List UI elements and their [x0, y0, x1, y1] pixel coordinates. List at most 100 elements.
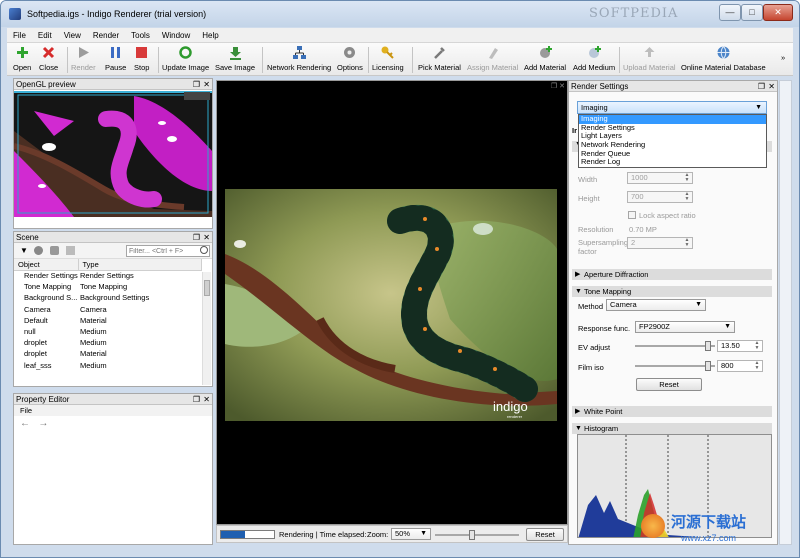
scene-filter-input[interactable]: [126, 245, 210, 257]
white-point-section[interactable]: ▶ White Point: [572, 406, 772, 417]
supersampling-input[interactable]: 2 ▲ ▼: [627, 237, 693, 249]
toolbar-overflow-button[interactable]: »: [781, 53, 785, 62]
render-button[interactable]: Render: [71, 45, 96, 72]
scene-row[interactable]: Render Settings Render Settings: [14, 270, 202, 281]
panel-close-icon[interactable]: ✕: [203, 394, 210, 405]
site-watermark-url: www.xz7.com: [681, 533, 737, 543]
zoom-slider[interactable]: [435, 529, 519, 541]
add-medium-button[interactable]: Add Medium: [573, 45, 615, 72]
float-icon[interactable]: ❐: [193, 394, 200, 405]
network-rendering-button[interactable]: Network Rendering: [267, 45, 331, 72]
menu-window[interactable]: Window: [156, 28, 196, 43]
open-button[interactable]: Open: [13, 45, 31, 72]
row-object: Background S...: [24, 293, 78, 303]
right-panel-scrollbar[interactable]: [779, 80, 792, 545]
licensing-button[interactable]: Licensing: [372, 45, 404, 72]
aperture-diffraction-section[interactable]: ▶ Aperture Diffraction: [572, 269, 772, 280]
spin-arrows-icon: ▲ ▼: [684, 237, 690, 248]
float-icon[interactable]: ❐: [758, 81, 765, 92]
sphere-icon[interactable]: [34, 246, 43, 255]
pick-material-button[interactable]: Pick Material: [418, 45, 461, 72]
menu-file[interactable]: File: [7, 28, 32, 43]
scene-row[interactable]: droplet Material: [14, 348, 202, 359]
scene-row[interactable]: Background S... Background Settings: [14, 292, 202, 303]
histogram-section[interactable]: ▼ Histogram: [572, 423, 772, 434]
close-button[interactable]: Close: [39, 45, 58, 72]
scene-row[interactable]: leaf_sss Medium: [14, 360, 202, 371]
row-type: Material: [80, 315, 107, 325]
panel-close-icon[interactable]: ✕: [768, 81, 775, 92]
minimize-button[interactable]: —: [719, 4, 741, 21]
response-func-label: Response func.: [578, 324, 631, 333]
panel-close-icon[interactable]: ✕: [203, 232, 210, 243]
site-watermark: 河源下载站 www.xz7.com: [641, 511, 791, 547]
scene-scrollbar[interactable]: [202, 272, 211, 385]
menu-view[interactable]: View: [58, 28, 87, 43]
scene-row[interactable]: Default Material: [14, 315, 202, 326]
tone-mapping-reset-button[interactable]: Reset: [636, 378, 702, 391]
ev-adjust-slider[interactable]: [635, 340, 715, 352]
zoom-reset-button[interactable]: Reset: [526, 528, 564, 541]
rendered-image: indigo renderer: [225, 189, 557, 421]
menu-tools[interactable]: Tools: [125, 28, 156, 43]
site-watermark-text: 河源下载站: [671, 513, 747, 531]
column-object[interactable]: Object: [14, 259, 79, 271]
cube-icon[interactable]: [66, 246, 75, 255]
tone-mapping-section[interactable]: ▼ Tone Mapping: [572, 286, 772, 297]
options-button[interactable]: Options: [337, 45, 363, 72]
add-material-button[interactable]: Add Material: [524, 45, 566, 72]
add-icon: [16, 47, 28, 58]
response-func-select[interactable]: FP2900Z ▼: [635, 321, 735, 333]
row-object: leaf_sss: [24, 360, 52, 370]
scene-row[interactable]: null Medium: [14, 326, 202, 337]
scene-row[interactable]: Tone Mapping Tone Mapping: [14, 281, 202, 292]
render-view[interactable]: ❐ ✕ indigo renderer: [216, 80, 568, 525]
status-bar: Rendering | Time elapsed: Zoom: 50% ▼ Res…: [216, 525, 568, 543]
render-view-controls[interactable]: ❐ ✕: [551, 82, 565, 90]
scene-tree: Object Type Render Settings Render Setting…: [14, 259, 202, 371]
pause-button[interactable]: Pause: [105, 45, 126, 72]
row-type: Render Settings: [80, 271, 134, 281]
ev-adjust-input[interactable]: 13.50 ▲ ▼: [717, 340, 763, 352]
method-select[interactable]: Camera ▼: [606, 299, 706, 311]
stop-button[interactable]: Stop: [134, 45, 149, 72]
back-arrow-icon[interactable]: ←: [20, 418, 30, 429]
row-object: Tone Mapping: [24, 282, 72, 292]
render-settings-select[interactable]: Imaging ▼: [577, 101, 767, 114]
menu-edit[interactable]: Edit: [32, 28, 58, 43]
lock-aspect-checkbox[interactable]: [628, 211, 636, 219]
upload-material-button[interactable]: Upload Material: [623, 45, 676, 72]
dropdown-option-render-log[interactable]: Render Log: [579, 158, 766, 167]
film-iso-input[interactable]: 800 ▲ ▼: [717, 360, 763, 372]
scene-row[interactable]: droplet Medium: [14, 337, 202, 348]
opengl-viewport[interactable]: [14, 91, 212, 217]
menu-render[interactable]: Render: [87, 28, 125, 43]
menu-help[interactable]: Help: [196, 28, 224, 43]
online-material-database-button[interactable]: Online Material Database: [681, 45, 766, 72]
zoom-select[interactable]: 50% ▼: [391, 528, 431, 540]
film-iso-slider[interactable]: [635, 360, 715, 372]
assign-material-button[interactable]: Assign Material: [467, 45, 518, 72]
float-icon[interactable]: ❐: [193, 232, 200, 243]
property-file-menu[interactable]: File: [14, 405, 212, 416]
object-icon[interactable]: [50, 246, 59, 255]
save-image-button[interactable]: Save Image: [215, 45, 255, 72]
forward-arrow-icon[interactable]: →: [38, 418, 48, 429]
width-input[interactable]: 1000 ▲ ▼: [627, 172, 693, 184]
spin-arrows-icon: ▲ ▼: [684, 172, 690, 183]
height-input[interactable]: 700 ▲ ▼: [627, 191, 693, 203]
preview-controls[interactable]: [184, 92, 210, 100]
update-image-button[interactable]: Update Image: [162, 45, 209, 72]
panel-close-icon[interactable]: ✕: [203, 79, 210, 90]
scene-row[interactable]: Camera Camera: [14, 304, 202, 315]
maximize-button[interactable]: □: [741, 4, 763, 21]
expand-arrow-icon[interactable]: ▼: [20, 246, 28, 255]
options-label: Options: [337, 63, 363, 72]
close-window-button[interactable]: ✕: [763, 4, 793, 21]
search-icon[interactable]: [200, 246, 208, 254]
spin-arrows-icon: ▲ ▼: [684, 191, 690, 202]
menu-bar: File Edit View Render Tools Window Help: [7, 28, 793, 43]
column-type[interactable]: Type: [78, 259, 202, 271]
float-icon[interactable]: ❐: [193, 79, 200, 90]
row-type: Camera: [80, 304, 107, 314]
